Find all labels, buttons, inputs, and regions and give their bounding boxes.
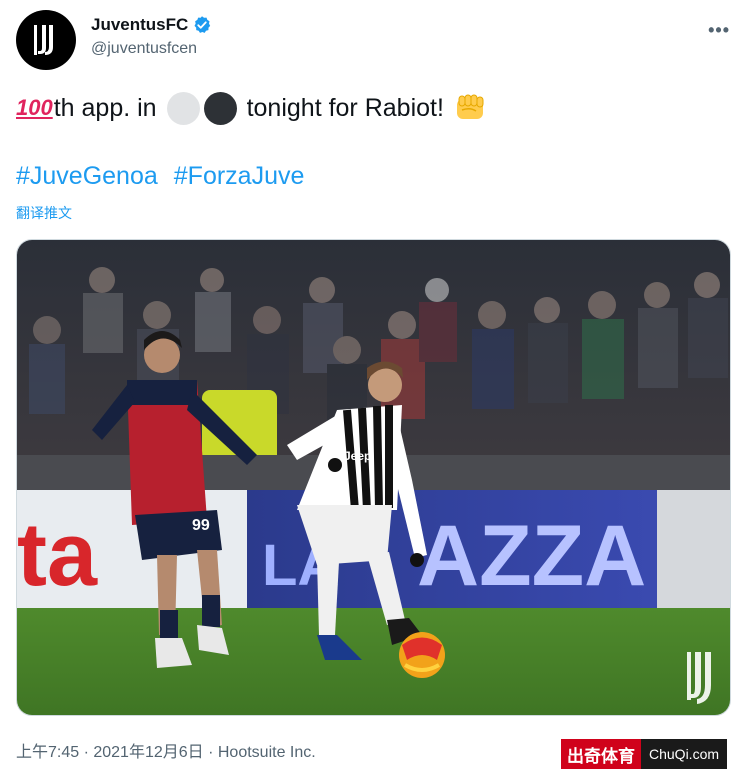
more-options-icon[interactable]: ••• <box>708 20 730 41</box>
site-watermark: 出奇体育 ChuQi.com <box>561 739 728 769</box>
juventus-logo-icon <box>34 25 53 55</box>
oncoming-fist-icon <box>456 94 484 119</box>
player-number: 99 <box>192 517 210 534</box>
hashtag-forzajuve[interactable]: #ForzaJuve <box>174 162 305 191</box>
watermark-right: ChuQi.com <box>641 739 728 769</box>
hashtag-juvegenoa[interactable]: #JuveGenoa <box>16 162 158 191</box>
tweet-photo[interactable]: ta LA AZZA 99 Jeep <box>16 239 731 716</box>
pitch <box>17 608 730 715</box>
tweet-header: JuventusFC @juventusfcen ••• <box>16 10 734 72</box>
white-circle-icon <box>166 91 200 125</box>
timestamp[interactable]: 上午7:45 · 2021年12月6日 <box>16 744 204 761</box>
name-row: JuventusFC <box>91 15 212 35</box>
handle[interactable]: @juventusfcen <box>91 40 212 58</box>
display-name[interactable]: JuventusFC <box>91 15 188 35</box>
source-label[interactable]: Hootsuite Inc. <box>218 744 316 761</box>
tweet-text-part2: tonight for Rabiot! <box>246 94 444 122</box>
tweet-text: 100 th app. in tonight for Rabiot! <box>16 88 486 128</box>
name-block: JuventusFC @juventusfcen <box>91 15 212 58</box>
tweet-meta: 上午7:45 · 2021年12月6日 · Hootsuite Inc. <box>16 738 316 762</box>
football <box>399 632 445 678</box>
verified-badge-icon <box>194 16 211 33</box>
match-photo: ta LA AZZA 99 Jeep <box>17 240 730 715</box>
ad-board-right <box>657 490 730 610</box>
hundred-points-icon: 100 <box>16 95 53 120</box>
meta-separator: · <box>203 744 218 761</box>
avatar[interactable] <box>16 10 76 70</box>
ad-left-text: ta <box>17 505 98 605</box>
ad-main-text: AZZA <box>417 508 646 604</box>
sponsor-text: Jeep <box>344 449 371 463</box>
watermark-left: 出奇体育 <box>561 739 641 769</box>
translate-tweet-link[interactable]: 翻译推文 <box>16 203 72 223</box>
black-circle-icon <box>203 91 237 125</box>
tweet-text-part1: th app. in <box>53 94 157 122</box>
hashtags: #JuveGenoa #ForzaJuve <box>16 162 304 191</box>
